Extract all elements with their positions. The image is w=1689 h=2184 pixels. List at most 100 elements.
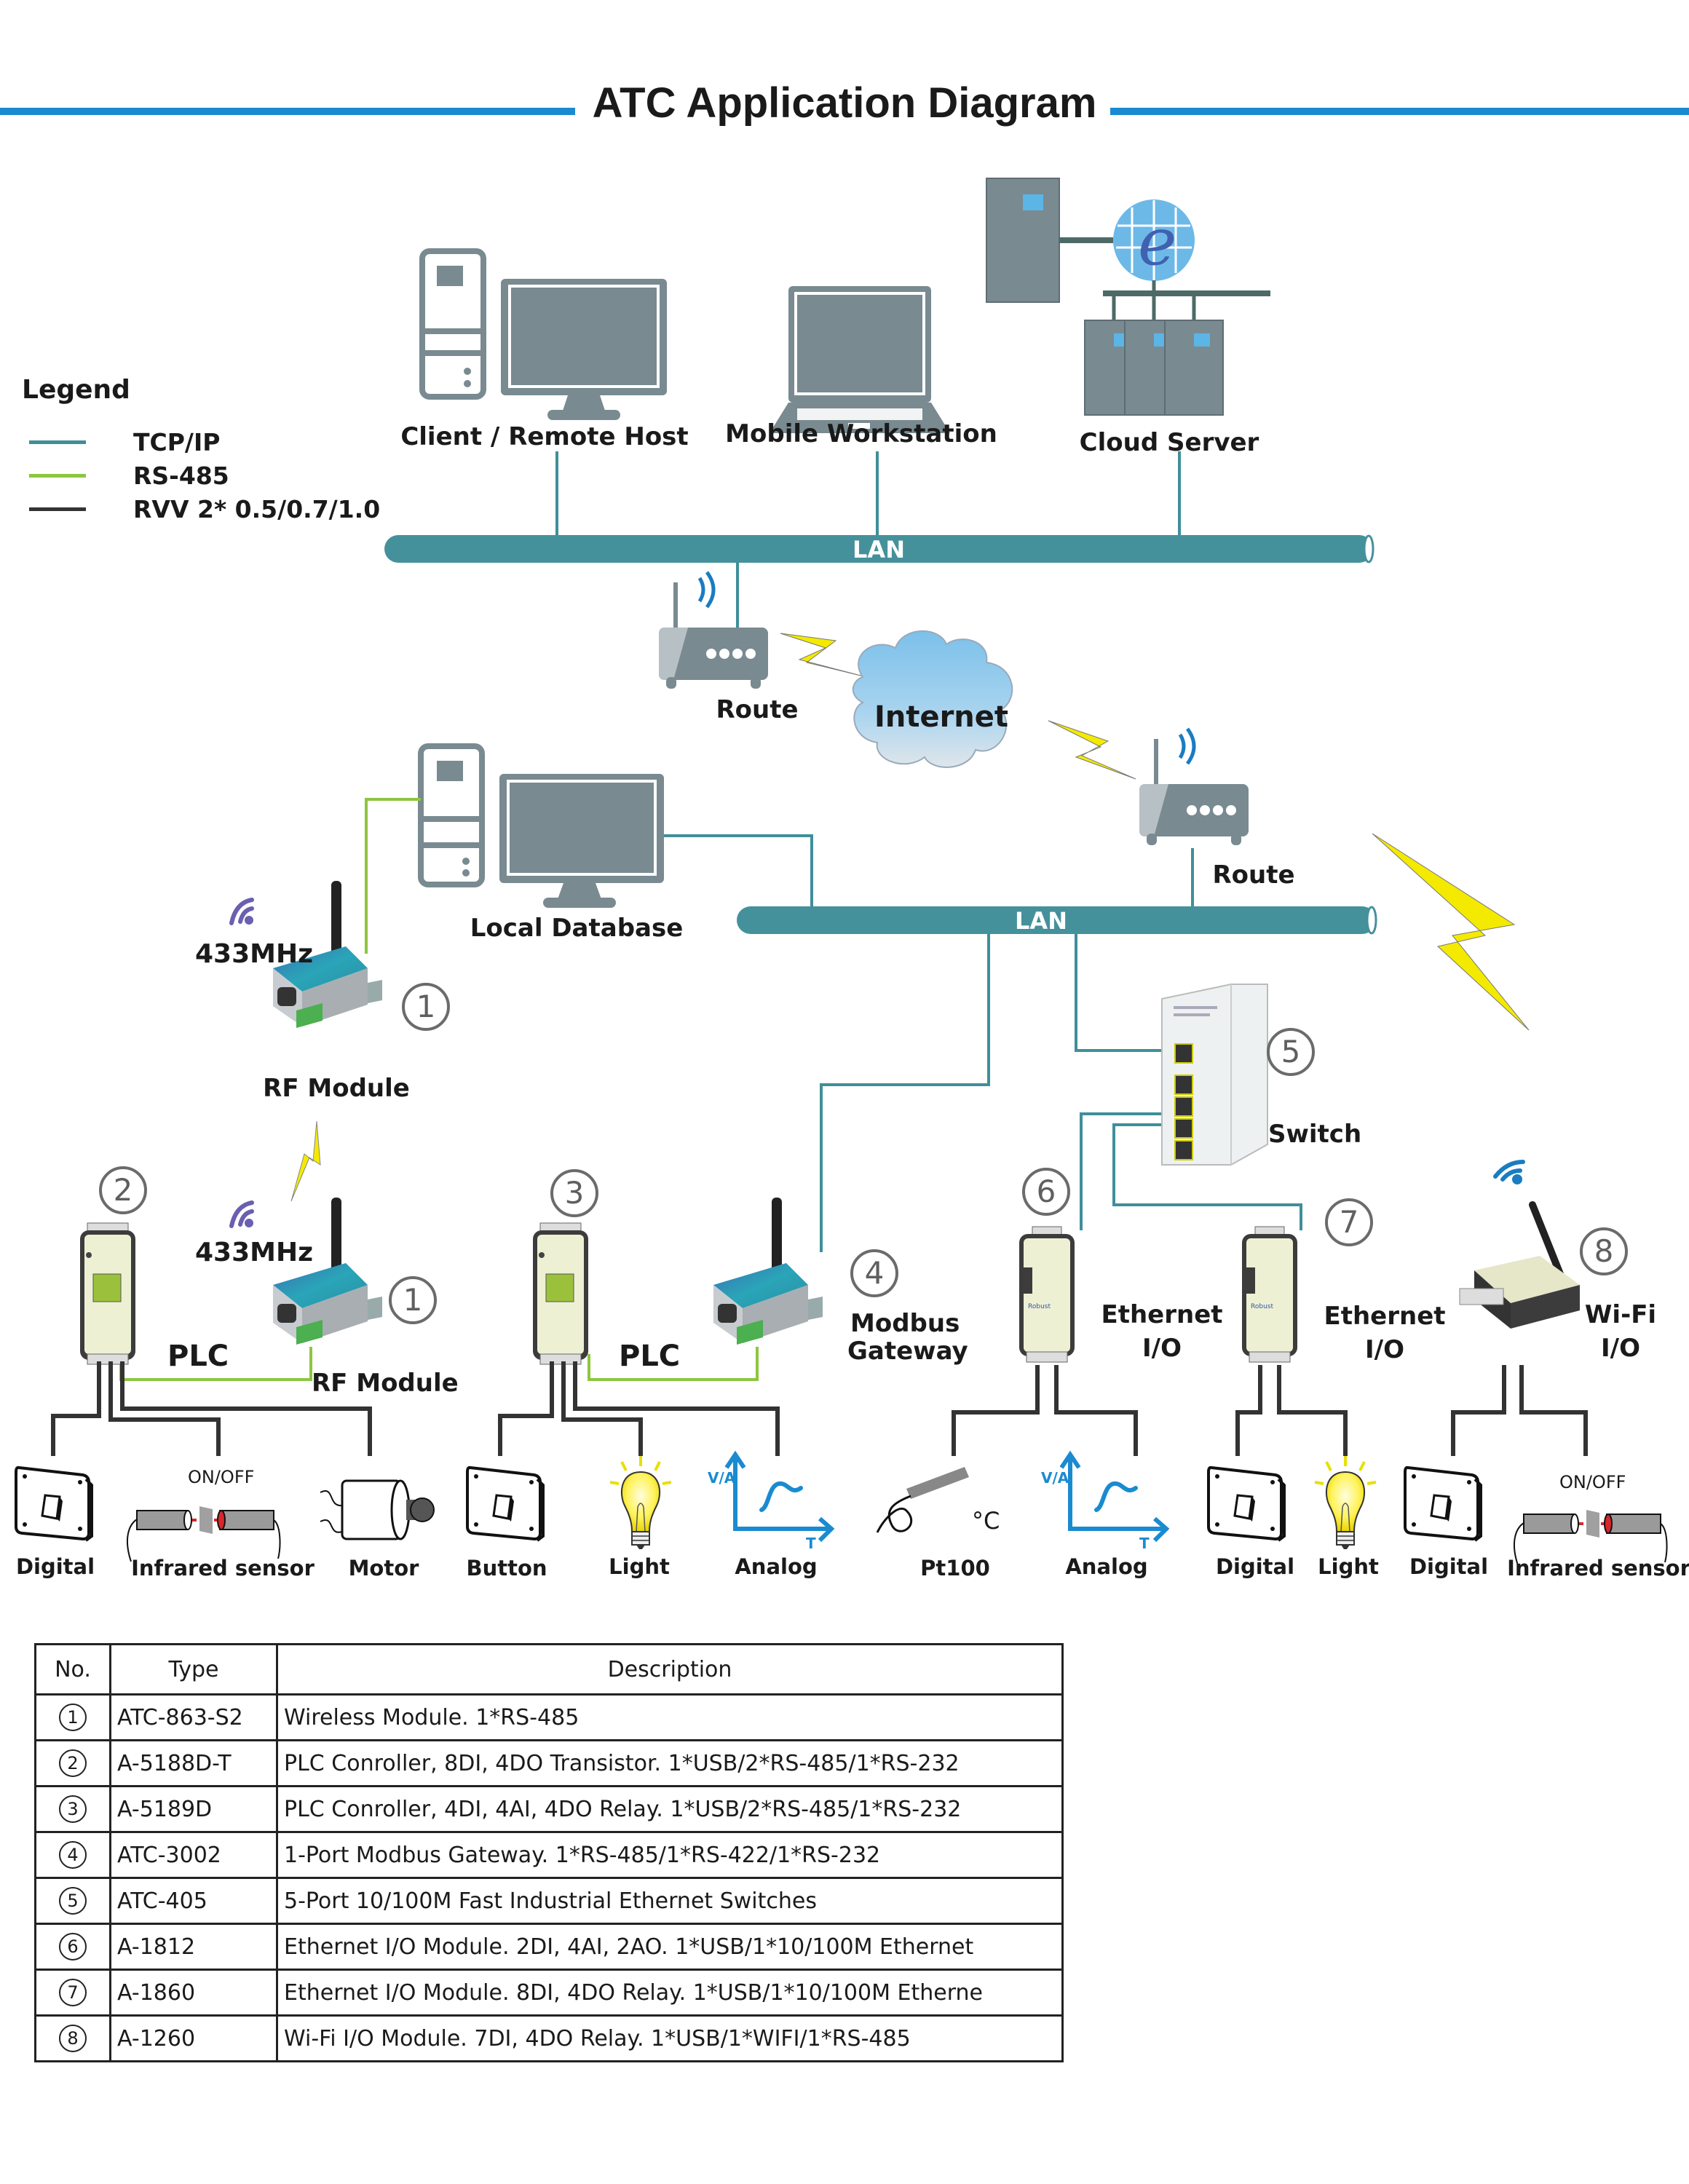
lan-top-label: LAN: [853, 536, 905, 563]
row-number-badge: 4: [59, 1841, 87, 1869]
rf-module-label: RF Module: [312, 1369, 459, 1398]
row-number-badge: 7: [59, 1979, 87, 2006]
mobile-workstation-label: Mobile Workstation: [725, 419, 997, 448]
row-number-badge: 5: [59, 1887, 87, 1915]
analog-graph-icon: [727, 1455, 831, 1540]
row-description: 1-Port Modbus Gateway. 1*RS-485/1*RS-422…: [276, 1831, 1064, 1879]
laptop-icon: [770, 286, 950, 433]
legend-item-rvv: RVV 2* 0.5/0.7/1.0: [29, 495, 380, 523]
light-bulb-icon: [609, 1455, 673, 1551]
row-number: 2: [34, 1739, 111, 1787]
header-description: Description: [276, 1643, 1064, 1696]
badge-wifi-io: 8: [1580, 1227, 1628, 1275]
legend-label: TCP/IP: [133, 428, 221, 456]
analog-axis-y: V/A: [708, 1469, 736, 1487]
row-description: PLC Conroller, 4DI, 4AI, 4DO Relay. 1*US…: [276, 1785, 1064, 1833]
lan-site-label: LAN: [1015, 907, 1067, 935]
wifi-io-label-1: Wi-Fi: [1584, 1300, 1657, 1329]
cloud-server-label: Cloud Server: [1079, 428, 1259, 457]
server-cluster-icon: e: [986, 178, 1270, 416]
wifi-io-label-2: I/O: [1601, 1334, 1640, 1363]
wireless-link-icon: [1048, 720, 1136, 780]
field-device-label: Analog: [735, 1554, 818, 1579]
analog-axis-y: V/A: [1041, 1469, 1069, 1487]
plc-label: PLC: [619, 1340, 681, 1373]
field-device-label: Digital: [1215, 1554, 1295, 1579]
field-device-label: Pt100: [920, 1556, 990, 1580]
switch-icon: [1207, 1465, 1286, 1542]
badge-plc-2: 3: [550, 1169, 598, 1217]
badge-ethernet-io-1: 6: [1022, 1168, 1070, 1216]
rvv-wires: [51, 1361, 1588, 1456]
switch-label: Switch: [1268, 1120, 1362, 1149]
table-row: 3 A-5189D PLC Conroller, 4DI, 4AI, 4DO Rel…: [34, 1785, 1064, 1833]
row-number-badge: 3: [59, 1795, 87, 1823]
rf-frequency-label: 433MHz: [195, 939, 314, 969]
modbus-gateway-icon: [713, 1198, 823, 1345]
row-number-badge: 2: [59, 1749, 87, 1777]
field-device-label: Light: [609, 1554, 670, 1579]
plc-label: PLC: [167, 1340, 229, 1373]
ethernet-io-label-2: I/O: [1142, 1334, 1182, 1363]
infrared-sensor-icon: [125, 1505, 282, 1563]
modbus-gateway-label-1: Modbus: [850, 1309, 960, 1338]
table-header-row: No. Type Description: [34, 1643, 1064, 1696]
ethernet-io-label-1: Ethernet: [1324, 1302, 1446, 1331]
modbus-gateway-label-2: Gateway: [847, 1337, 968, 1366]
row-description: 5-Port 10/100M Fast Industrial Ethernet …: [276, 1877, 1064, 1925]
field-device-label: Motor: [348, 1556, 419, 1580]
row-description: Wireless Module. 1*RS-485: [276, 1693, 1064, 1741]
rvv-line-swatch: [29, 507, 86, 511]
row-number-badge: 8: [59, 2025, 87, 2052]
row-description: PLC Conroller, 8DI, 4DO Transistor. 1*US…: [276, 1739, 1064, 1787]
legend-title: Legend: [22, 375, 130, 405]
table-row: 6 A-1812 Ethernet I/O Module. 2DI, 4AI, 2A…: [34, 1923, 1064, 1971]
rf-module-icon: [273, 1198, 382, 1345]
badge-modbus-gateway: 4: [850, 1249, 898, 1297]
tcp-ip-line-swatch: [29, 440, 86, 444]
field-device-label: Digital: [15, 1554, 95, 1579]
field-device-label: Button: [466, 1556, 547, 1580]
row-type: A-1260: [109, 2014, 278, 2062]
motor-icon: [320, 1479, 435, 1540]
rf-frequency-label: 433MHz: [195, 1238, 314, 1267]
ethernet-io-label-1: Ethernet: [1101, 1300, 1223, 1329]
row-number: 4: [34, 1831, 111, 1879]
plc-device-icon: [532, 1222, 589, 1365]
switch-icon: [1404, 1465, 1482, 1542]
legend-label: RVV 2* 0.5/0.7/1.0: [133, 495, 381, 523]
row-description: Wi-Fi I/O Module. 7DI, 4DO Relay. 1*USB/…: [276, 2014, 1064, 2062]
plc-device-icon: [79, 1222, 136, 1365]
row-type: A-1860: [109, 1969, 278, 2017]
row-type: ATC-405: [109, 1877, 278, 1925]
row-description: Ethernet I/O Module. 8DI, 4DO Relay. 1*U…: [276, 1969, 1064, 2017]
wireless-link-icon: [1372, 833, 1530, 1031]
internet-label: Internet: [874, 700, 1009, 734]
ir-on-off-caption: ON/OFF: [1559, 1472, 1626, 1492]
row-type: A-1812: [109, 1923, 278, 1971]
field-device-label: Analog: [1065, 1554, 1148, 1579]
client-host-label: Client / Remote Host: [400, 422, 689, 451]
router-icon: [659, 571, 768, 689]
ir-on-off-caption: ON/OFF: [188, 1467, 255, 1487]
switch-icon: [466, 1465, 545, 1542]
router-site-label: Route: [1212, 860, 1295, 890]
ethernet-io-module-icon: [1018, 1226, 1075, 1363]
badge-ethernet-io-2: 7: [1325, 1198, 1373, 1246]
desktop-computer-icon: [419, 248, 667, 420]
table-row: 2 A-5188D-T PLC Conroller, 8DI, 4DO Transi…: [34, 1739, 1064, 1787]
row-type: A-5189D: [109, 1785, 278, 1833]
wifi-io-module-icon: [1459, 1201, 1580, 1329]
device-spec-table: No. Type Description 1 ATC-863-S2 Wireless…: [34, 1643, 1064, 2062]
table-row: 4 ATC-3002 1-Port Modbus Gateway. 1*RS-485…: [34, 1831, 1064, 1879]
header-type: Type: [109, 1643, 278, 1696]
ethernet-switch-icon: [1161, 984, 1268, 1166]
legend-label: RS-485: [133, 462, 229, 490]
table-row: 8 A-1260 Wi-Fi I/O Module. 7DI, 4DO Relay.…: [34, 2014, 1064, 2062]
wireless-signal-icon: [229, 1200, 254, 1228]
light-bulb-icon: [1313, 1455, 1377, 1551]
row-number: 5: [34, 1877, 111, 1925]
row-number-badge: 1: [59, 1704, 87, 1731]
row-type: ATC-863-S2: [109, 1693, 278, 1741]
local-database-label: Local Database: [470, 914, 684, 943]
